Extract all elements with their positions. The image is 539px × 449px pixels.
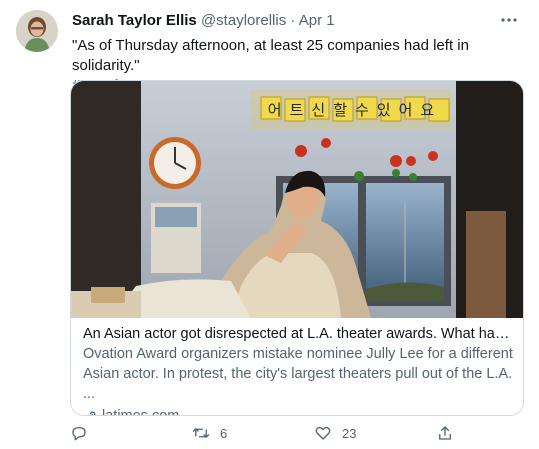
link-card[interactable]: 어트신할수있어요 An Asian actor got disrespected… — [70, 80, 524, 416]
share-icon — [439, 426, 451, 440]
retweet-icon — [192, 428, 210, 438]
author-name[interactable]: Sarah Taylor Ellis — [72, 12, 197, 29]
link-icon — [88, 411, 96, 415]
avatar[interactable] — [16, 10, 58, 52]
tweet-date[interactable]: Apr 1 — [299, 12, 335, 29]
sign-text: 어트신할수있어요 — [268, 101, 442, 119]
tweet[interactable]: Sarah Taylor Ellis @staylorellis · Apr 1… — [0, 0, 539, 449]
card-title[interactable]: An Asian actor got disrespected at L.A. … — [83, 324, 513, 344]
heart-icon — [315, 426, 331, 440]
like-button[interactable]: 23 — [314, 424, 356, 442]
reply-button[interactable] — [70, 424, 98, 442]
retweet-button[interactable]: 6 — [192, 424, 227, 442]
card-domain-text: latimes.com — [102, 408, 180, 416]
stage-photo: 어트신할수있어요 — [71, 81, 523, 318]
like-count: 23 — [342, 425, 357, 441]
avatar-image — [16, 10, 58, 52]
card-domain[interactable]: latimes.com — [83, 406, 513, 416]
tweet-quote: "As of Thursday afternoon, at least 25 c… — [72, 37, 469, 74]
reply-icon — [72, 427, 86, 441]
card-image: 어트신할수있어요 — [71, 81, 523, 318]
share-button[interactable] — [436, 424, 454, 442]
card-body: An Asian actor got disrespected at L.A. … — [83, 324, 513, 416]
more-options-button[interactable] — [497, 10, 521, 30]
author-handle[interactable]: @staylorellis — [201, 12, 286, 29]
card-description: Ovation Award organizers mistake nominee… — [83, 346, 513, 402]
retweet-count: 6 — [220, 425, 228, 441]
separator-dot: · — [290, 12, 296, 29]
more-horizontal-icon — [501, 18, 517, 22]
tweet-actions: 6 23 — [70, 424, 490, 446]
tweet-header: Sarah Taylor Ellis @staylorellis · Apr 1 — [72, 12, 335, 29]
